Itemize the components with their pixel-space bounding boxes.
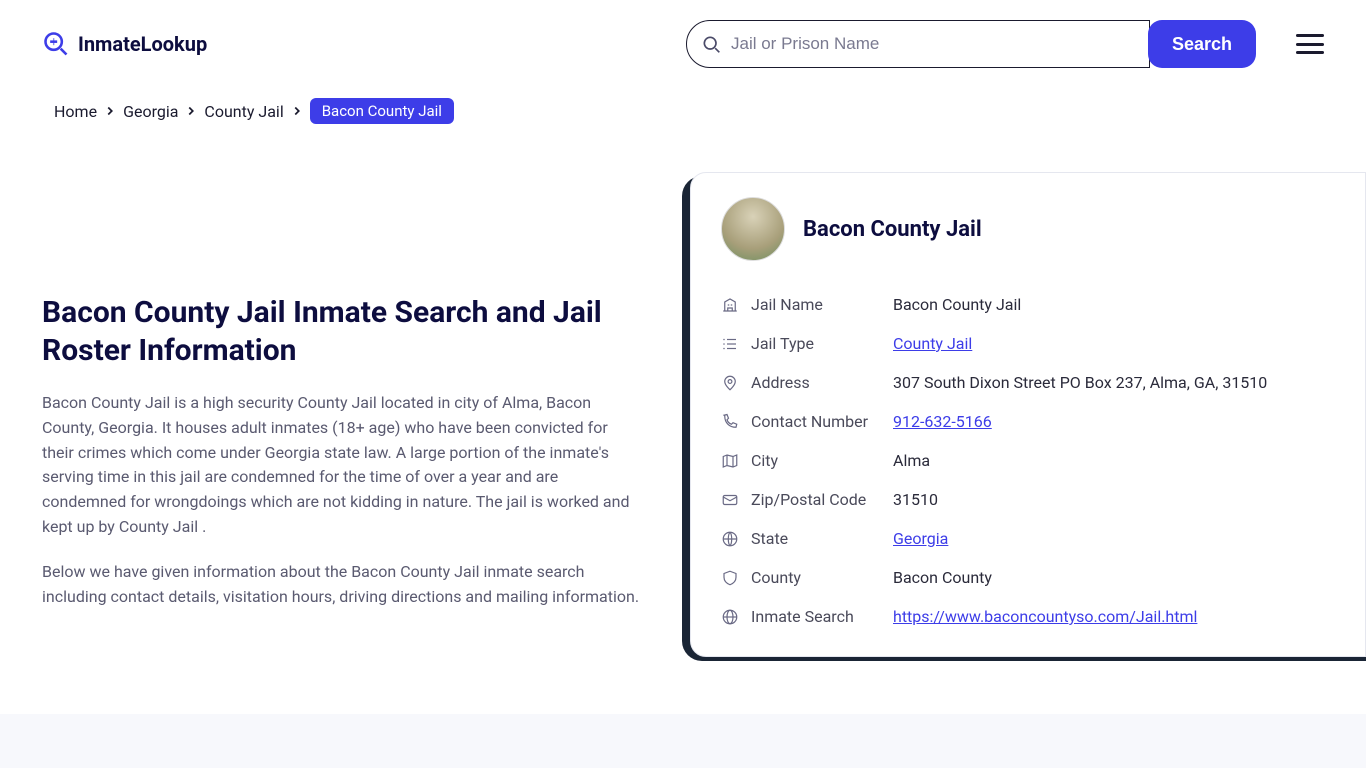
search-button[interactable]: Search (1148, 20, 1256, 68)
breadcrumb-state[interactable]: Georgia (123, 102, 178, 121)
left-column: Bacon County Jail Inmate Search and Jail… (42, 164, 642, 629)
intro-paragraph-1: Bacon County Jail is a high security Cou… (42, 391, 642, 540)
row-value: 31510 (893, 490, 938, 509)
info-row: Zip/Postal Code 31510 (721, 480, 1335, 519)
row-value: Bacon County (893, 568, 992, 587)
logo-text: InmateLookup (78, 32, 207, 56)
row-label: Address (751, 373, 881, 392)
info-row: Jail Name Bacon County Jail (721, 285, 1335, 324)
phone-icon (721, 413, 739, 431)
page-title: Bacon County Jail Inmate Search and Jail… (42, 294, 642, 369)
list-icon (721, 335, 739, 353)
info-row: City Alma (721, 441, 1335, 480)
row-value[interactable]: 912-632-5166 (893, 412, 992, 431)
intro-paragraph-2: Below we have given information about th… (42, 560, 642, 610)
row-value: Bacon County Jail (893, 295, 1021, 314)
info-row: Inmate Search https://www.baconcountyso.c… (721, 597, 1335, 636)
map-icon (721, 452, 739, 470)
web-icon (721, 608, 739, 626)
info-row: Contact Number 912-632-5166 (721, 402, 1335, 441)
shield-icon (721, 569, 739, 587)
breadcrumb-home[interactable]: Home (54, 102, 97, 121)
row-value: 307 South Dixon Street PO Box 237, Alma,… (893, 373, 1267, 392)
chevron-right-icon (290, 104, 304, 118)
info-card-wrap: Bacon County Jail Jail Name Bacon County … (682, 164, 1366, 657)
chevron-right-icon (184, 104, 198, 118)
search-wrap: Search (686, 20, 1256, 68)
globe-icon (721, 530, 739, 548)
footer-block (0, 714, 1366, 768)
info-row: Address 307 South Dixon Street PO Box 237… (721, 363, 1335, 402)
chevron-right-icon (103, 104, 117, 118)
card-title: Bacon County Jail (803, 217, 982, 242)
info-row: County Bacon County (721, 558, 1335, 597)
breadcrumb-type[interactable]: County Jail (204, 102, 283, 121)
card-header: Bacon County Jail (721, 197, 1335, 261)
search-input[interactable] (731, 34, 1135, 54)
info-card: Bacon County Jail Jail Name Bacon County … (690, 172, 1366, 657)
breadcrumb-current: Bacon County Jail (310, 98, 454, 124)
card-rows: Jail Name Bacon County Jail Jail Type Count… (721, 285, 1335, 636)
magnify-glass-icon (42, 30, 70, 58)
building-icon (721, 296, 739, 314)
row-label: Jail Name (751, 295, 881, 314)
header: InmateLookup Search (0, 0, 1366, 88)
main: Bacon County Jail Inmate Search and Jail… (0, 124, 1366, 657)
mail-icon (721, 491, 739, 509)
hamburger-menu-icon[interactable] (1296, 34, 1324, 54)
pin-icon (721, 374, 739, 392)
row-label: State (751, 529, 881, 548)
row-label: County (751, 568, 881, 587)
row-value: Alma (893, 451, 930, 470)
search-icon (701, 34, 721, 54)
row-label: Zip/Postal Code (751, 490, 881, 509)
logo[interactable]: InmateLookup (42, 30, 207, 58)
row-value[interactable]: County Jail (893, 334, 972, 353)
info-row: Jail Type County Jail (721, 324, 1335, 363)
row-value[interactable]: https://www.baconcountyso.com/Jail.html (893, 607, 1197, 626)
row-label: Jail Type (751, 334, 881, 353)
row-value[interactable]: Georgia (893, 529, 948, 548)
search-box (686, 20, 1150, 68)
row-label: City (751, 451, 881, 470)
row-label: Contact Number (751, 412, 881, 431)
info-row: State Georgia (721, 519, 1335, 558)
jail-avatar (721, 197, 785, 261)
row-label: Inmate Search (751, 607, 881, 626)
breadcrumb: Home Georgia County Jail Bacon County Ja… (0, 88, 1366, 124)
